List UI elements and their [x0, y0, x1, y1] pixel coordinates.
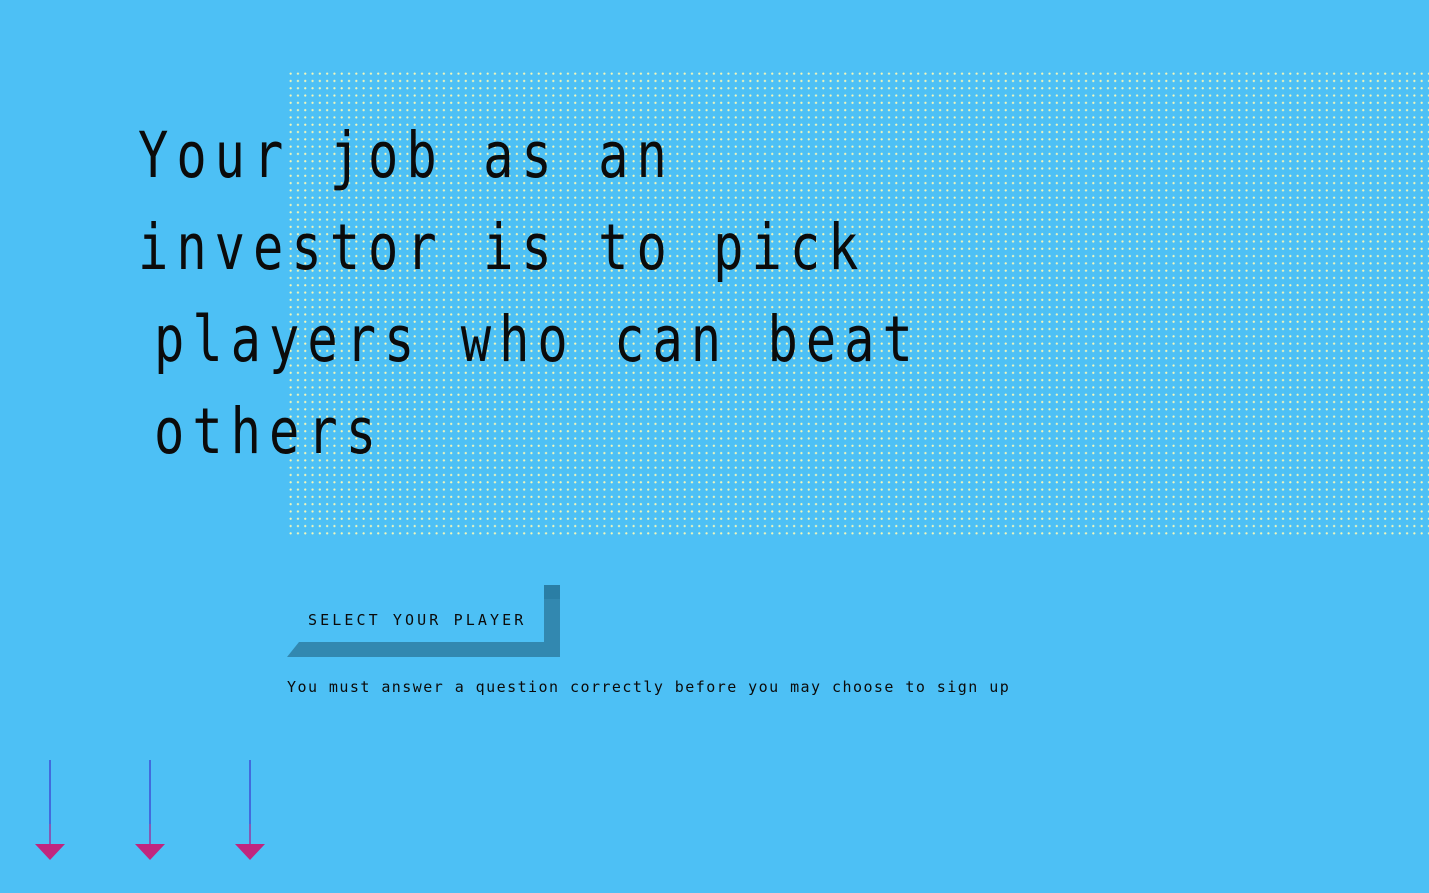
down-arrow-icon[interactable] — [34, 760, 66, 861]
headline-line-3: players who can beat — [154, 303, 921, 376]
down-arrow-icon[interactable] — [234, 760, 266, 861]
headline-line-1: Your job as an — [138, 119, 675, 192]
select-your-player-label: SELECT YOUR PLAYER — [308, 611, 527, 629]
headline-line-2: investor is to pick — [138, 211, 867, 284]
headline-line-4: others — [154, 395, 385, 468]
headline: Your job as an investor is to pick playe… — [138, 110, 1158, 478]
down-arrow-icon[interactable] — [134, 760, 166, 861]
signup-notice: You must answer a question correctly bef… — [287, 678, 1011, 696]
select-your-player-button[interactable]: SELECT YOUR PLAYER — [287, 585, 560, 657]
